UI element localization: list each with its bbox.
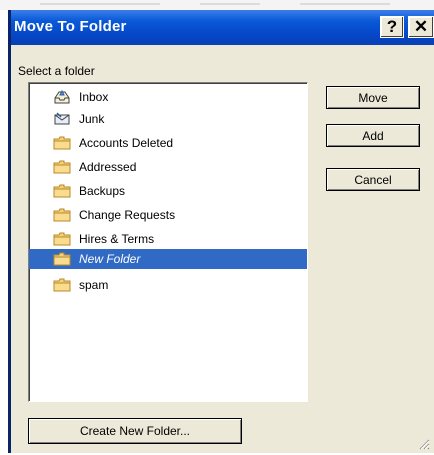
folder-icon [53, 231, 71, 247]
list-item-addressed[interactable]: Addressed [53, 157, 136, 177]
list-item-label: Addressed [79, 160, 137, 174]
list-item-new-folder[interactable]: New Folder [29, 249, 307, 269]
list-item-label: Accounts Deleted [79, 136, 174, 150]
list-item-backups[interactable]: Backups [53, 181, 125, 201]
close-button[interactable]: ✕ [408, 16, 434, 38]
list-item-label: Hires & Terms [79, 232, 155, 246]
background-window-strip [0, 0, 434, 10]
list-item-label: Inbox [79, 90, 109, 104]
list-item-hires-terms[interactable]: Hires & Terms [53, 229, 154, 249]
list-item-label: New Folder [79, 252, 141, 266]
folder-icon [53, 277, 71, 293]
list-item-label: spam [79, 278, 109, 292]
help-button[interactable]: ? [380, 16, 404, 38]
list-item-label: Change Requests [79, 208, 176, 222]
inbox-icon [53, 89, 71, 105]
window-title: Move To Folder [14, 18, 127, 35]
move-button[interactable]: Move [326, 86, 420, 109]
add-button[interactable]: Add [326, 124, 420, 147]
folder-icon [53, 183, 71, 199]
folder-list[interactable]: Inbox Junk Accounts Deleted Addressed Ba… [28, 82, 308, 402]
folder-icon [53, 251, 71, 267]
list-item-change-requests[interactable]: Change Requests [53, 205, 175, 225]
list-item-label: Junk [79, 112, 105, 126]
list-item-inbox[interactable]: Inbox [53, 87, 108, 107]
window-left-border [8, 10, 11, 453]
select-folder-label: Select a folder [18, 64, 95, 78]
folder-icon [53, 207, 71, 223]
create-new-folder-button[interactable]: Create New Folder... [28, 418, 242, 444]
list-item-label: Backups [79, 184, 126, 198]
list-item-spam[interactable]: spam [53, 275, 108, 295]
folder-icon [53, 135, 71, 151]
junk-icon [53, 111, 71, 127]
list-item-accounts-deleted[interactable]: Accounts Deleted [53, 133, 173, 153]
cancel-button[interactable]: Cancel [326, 168, 420, 191]
folder-icon [53, 159, 71, 175]
resize-grip-icon[interactable] [414, 434, 430, 450]
list-item-junk[interactable]: Junk [53, 109, 104, 129]
